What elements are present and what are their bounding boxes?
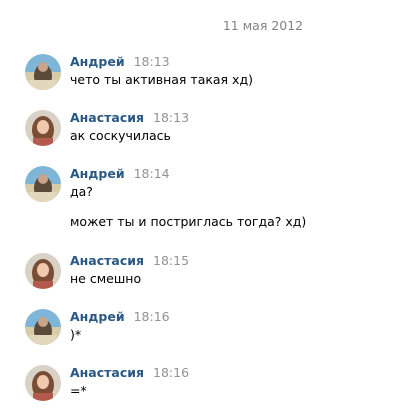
author-name[interactable]: Андрей [70, 309, 125, 324]
message-time[interactable]: 18:16 [134, 309, 170, 324]
anastasia-avatar-icon[interactable] [25, 110, 61, 146]
message-time[interactable]: 18:15 [153, 253, 189, 268]
anastasia-avatar-icon[interactable] [25, 253, 61, 289]
anastasia-avatar-icon[interactable] [25, 365, 61, 401]
author-name[interactable]: Анастасия [70, 253, 144, 268]
andrey-avatar-icon[interactable] [25, 166, 61, 202]
message-text: не смешно [70, 271, 142, 286]
message-text: ак соскучилась [70, 128, 171, 143]
message-time[interactable]: 18:13 [153, 110, 189, 125]
message-time[interactable]: 18:14 [134, 166, 170, 181]
andrey-avatar-icon[interactable] [25, 309, 61, 345]
date-divider: 11 мая 2012 [222, 18, 304, 33]
author-name[interactable]: Андрей [70, 54, 125, 69]
message-text: может ты и постриглась тогда? хд) [70, 214, 307, 229]
author-name[interactable]: Анастасия [70, 365, 144, 380]
message-time[interactable]: 18:13 [134, 54, 170, 69]
message-text: да? [70, 184, 93, 199]
message-text: )* [70, 327, 82, 342]
message-text: =* [70, 383, 87, 398]
andrey-avatar-icon[interactable] [25, 54, 61, 90]
author-name[interactable]: Анастасия [70, 110, 144, 125]
message-text: чето ты активная такая хд) [70, 72, 253, 87]
author-name[interactable]: Андрей [70, 166, 125, 181]
message-time[interactable]: 18:16 [153, 365, 189, 380]
